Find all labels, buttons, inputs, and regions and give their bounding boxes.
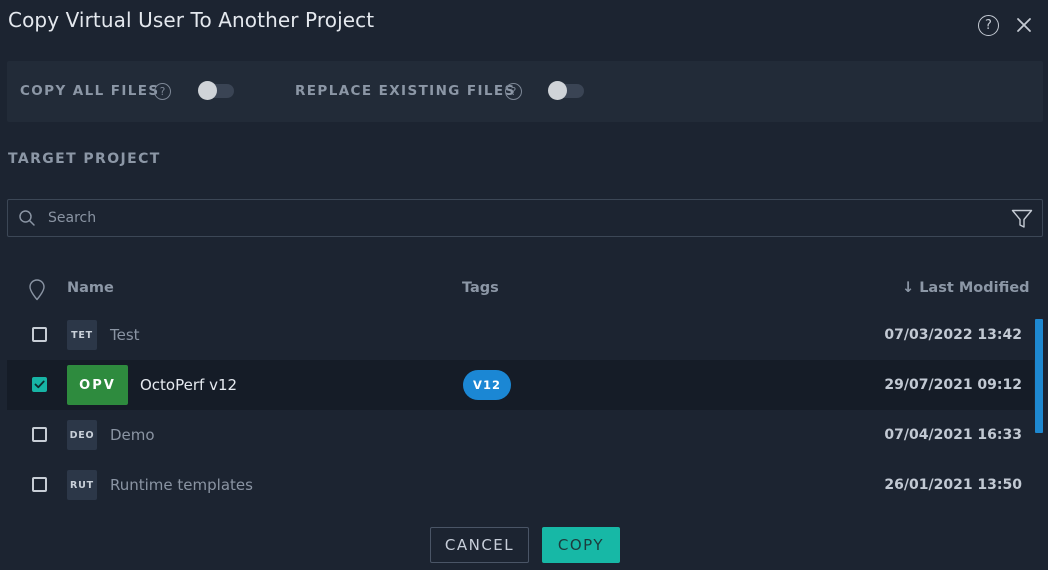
project-avatar: RUT	[67, 470, 97, 500]
last-modified-date: 07/03/2022 13:42	[884, 327, 1022, 343]
row-checkbox[interactable]	[32, 477, 47, 492]
project-name: Demo	[110, 426, 155, 444]
last-modified-date: 29/07/2021 09:12	[884, 377, 1022, 393]
last-modified-date: 26/01/2021 13:50	[884, 477, 1022, 493]
search-box	[7, 199, 1043, 237]
copy-all-files-help-icon[interactable]: ?	[154, 83, 171, 100]
pin-icon[interactable]	[28, 279, 46, 301]
search-icon	[18, 209, 36, 227]
filter-icon[interactable]	[1011, 209, 1033, 229]
copy-all-files-label: COPY ALL FILES	[20, 83, 160, 99]
dialog-title: Copy Virtual User To Another Project	[8, 8, 375, 32]
project-name: Runtime templates	[110, 476, 253, 494]
search-input[interactable]	[48, 200, 988, 236]
copy-button[interactable]: COPY	[542, 527, 620, 563]
project-avatar: DEO	[67, 420, 97, 450]
row-checkbox[interactable]	[32, 427, 47, 442]
last-modified-date: 07/04/2021 16:33	[884, 427, 1022, 443]
help-icon[interactable]: ?	[978, 15, 999, 36]
replace-existing-files-label: REPLACE EXISTING FILES	[295, 83, 516, 99]
column-header-name[interactable]: Name	[67, 280, 114, 296]
options-panel: COPY ALL FILES ? REPLACE EXISTING FILES …	[7, 61, 1043, 122]
table-row[interactable]: RUT Runtime templates 26/01/2021 13:50	[7, 460, 1034, 510]
project-name: Test	[110, 326, 140, 344]
project-name: OctoPerf v12	[140, 376, 238, 394]
table-scrollbar[interactable]	[1035, 319, 1043, 433]
target-project-label: TARGET PROJECT	[8, 151, 161, 167]
copy-all-files-toggle[interactable]	[198, 81, 234, 100]
replace-existing-files-help-icon[interactable]: ?	[505, 83, 522, 100]
project-avatar: OPV	[67, 365, 128, 405]
table-row[interactable]: OPV OctoPerf v12 V12 29/07/2021 09:12	[7, 360, 1034, 410]
column-header-last-modified[interactable]: ↓ Last Modified	[902, 280, 1030, 296]
column-header-tags[interactable]: Tags	[462, 280, 499, 296]
row-checkbox[interactable]	[32, 377, 47, 392]
tag-badge[interactable]: V12	[463, 370, 511, 400]
table-row[interactable]: DEO Demo 07/04/2021 16:33	[7, 410, 1034, 460]
table-row[interactable]: TET Test 07/03/2022 13:42	[7, 310, 1034, 360]
toggle-knob	[548, 81, 567, 100]
replace-existing-files-toggle[interactable]	[548, 81, 584, 100]
cancel-button[interactable]: CANCEL	[430, 527, 529, 563]
close-icon[interactable]	[1015, 16, 1033, 34]
project-avatar: TET	[67, 320, 97, 350]
toggle-knob	[198, 81, 217, 100]
copy-virtual-user-dialog: Copy Virtual User To Another Project ? C…	[0, 0, 1048, 570]
row-checkbox[interactable]	[32, 327, 47, 342]
